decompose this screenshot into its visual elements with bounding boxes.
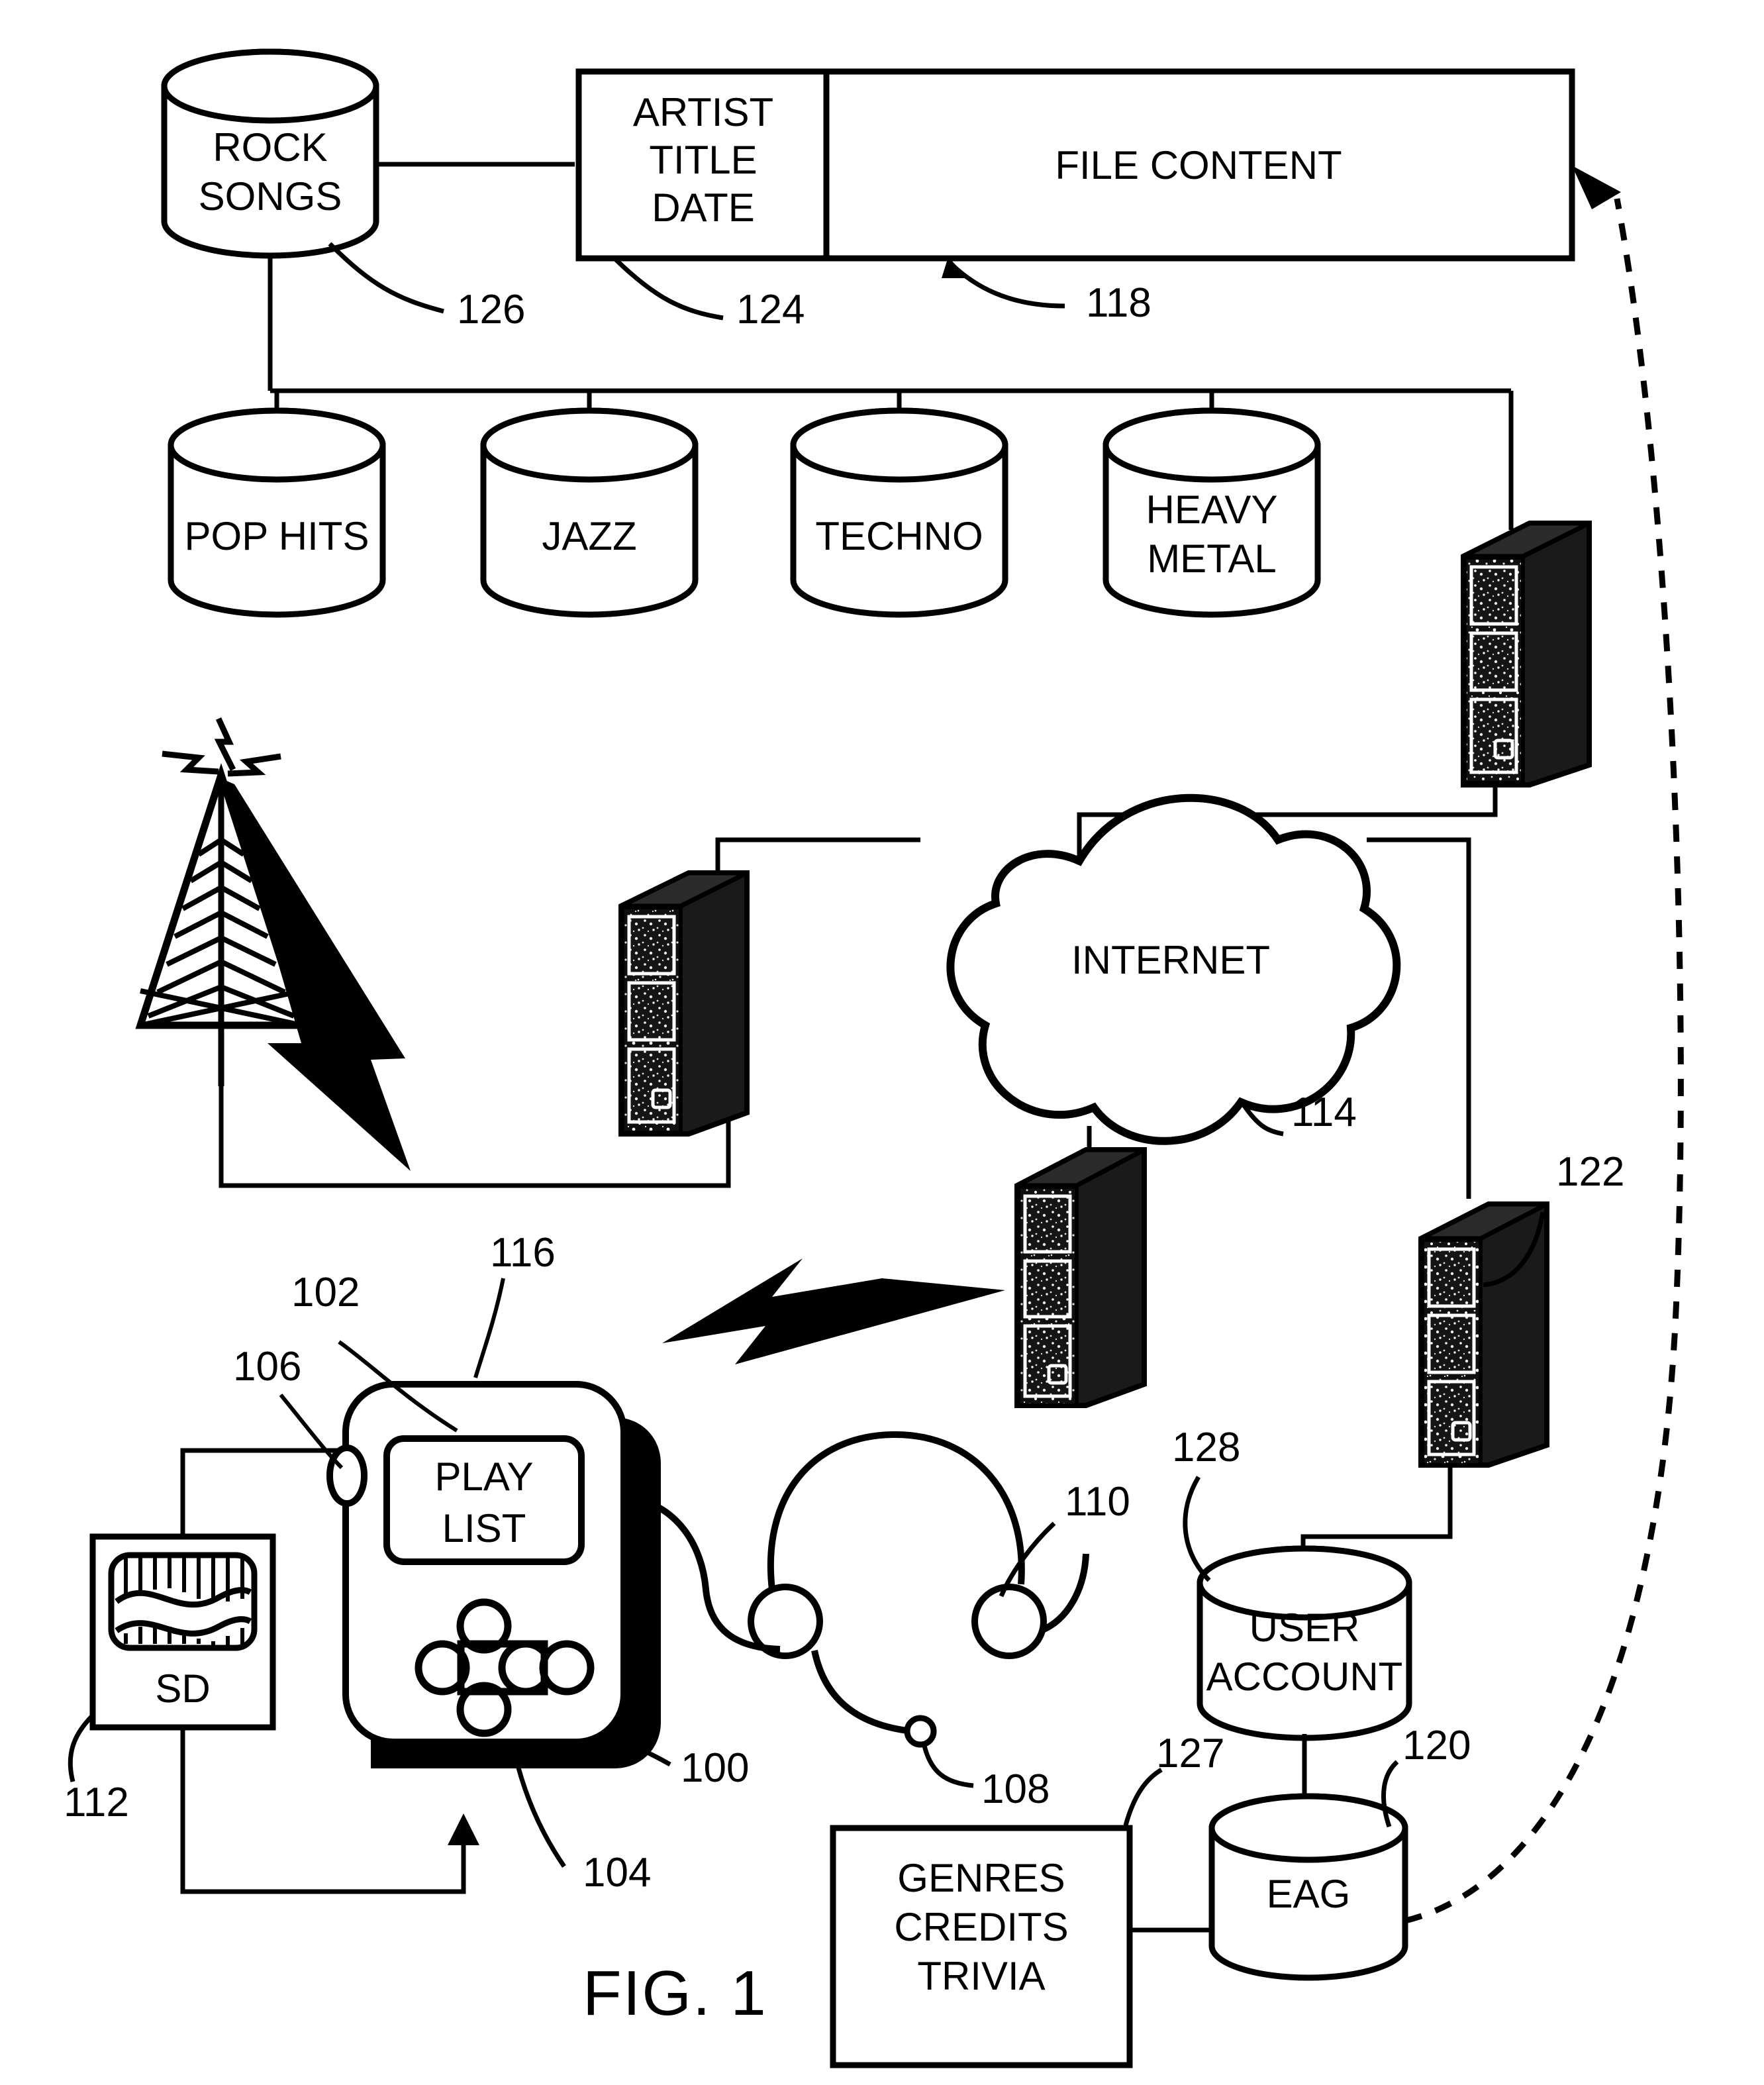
internet-label: INTERNET [1071,938,1270,982]
title-label: TITLE [649,138,757,182]
rock-songs-label-1: ROCK [213,125,327,170]
patent-figure-page: ROCK SONGS ARTIST TITLE DATE FILE CONTEN… [0,0,1764,2085]
ref-110: 110 [1065,1479,1130,1525]
user-account-label-2: ACCOUNT [1206,1654,1403,1699]
ref-100: 100 [681,1745,749,1791]
user-account-database: USER ACCOUNT [1197,1545,1412,1741]
date-label: DATE [652,185,755,230]
gct-label-2: CREDITS [894,1905,1068,1949]
pop-hits-database: POP HITS [168,407,386,618]
techno-database: TECHNO [790,407,1008,618]
eag-database: EAG [1208,1793,1408,1981]
ref-127: 127 [1156,1731,1224,1776]
rock-songs-database: ROCK SONGS [161,48,379,259]
ref-116: 116 [490,1230,556,1276]
heavy-metal-database: HEAVY METAL [1102,407,1321,618]
ref-114: 114 [1291,1090,1357,1135]
player-side-wheel [326,1445,368,1507]
content-server-tower-top [1461,521,1592,788]
dpad-right-button[interactable] [539,1640,595,1696]
broadcast-server-tower [618,870,750,1137]
ref-104: 104 [583,1850,651,1896]
pop-hits-label: POP HITS [185,514,369,558]
playlist-label-1: PLAY [435,1454,534,1499]
genres-credits-trivia-box: GENRES CREDITS TRIVIA [830,1825,1133,2068]
ref-122: 122 [1556,1149,1624,1195]
canvas-background [0,0,1764,2085]
jazz-database: JAZZ [480,407,699,618]
ref-106: 106 [233,1344,301,1390]
file-content-label: FILE CONTENT [1055,143,1342,187]
figure-caption: FIG. 1 [583,1958,767,2029]
ref-118: 118 [1086,280,1152,326]
song-file-record: ARTIST TITLE DATE FILE CONTENT [575,68,1575,262]
sd-memory-card: SD [89,1533,276,1731]
eag-label: EAG [1267,1872,1351,1916]
ref-112: 112 [64,1780,129,1825]
gct-label-1: GENRES [897,1856,1065,1900]
heavy-metal-label-2: METAL [1147,536,1277,581]
gct-label-3: TRIVIA [917,1954,1045,1998]
techno-label: TECHNO [815,514,983,558]
portable-media-player: PLAY LIST [326,1381,661,1768]
ref-128: 128 [1172,1425,1240,1470]
ref-124: 124 [736,287,805,332]
artist-label: ARTIST [633,90,773,134]
heavy-metal-label-1: HEAVY [1146,487,1278,532]
sd-card-label: SD [155,1666,210,1711]
user-account-label-1: USER [1250,1605,1360,1650]
headphone-earcup-right [971,1584,1047,1659]
microphone-nub [904,1715,937,1748]
playlist-label-2: LIST [442,1506,526,1551]
ref-102: 102 [291,1270,360,1315]
ref-126: 126 [457,287,525,332]
account-server-tower [1418,1201,1549,1468]
ref-120: 120 [1402,1723,1471,1768]
ref-108: 108 [981,1766,1050,1812]
jazz-label: JAZZ [542,514,636,558]
rock-songs-label-2: SONGS [199,174,342,219]
figure-canvas: ROCK SONGS ARTIST TITLE DATE FILE CONTEN… [0,0,1764,2085]
center-server-tower [1014,1147,1147,1408]
